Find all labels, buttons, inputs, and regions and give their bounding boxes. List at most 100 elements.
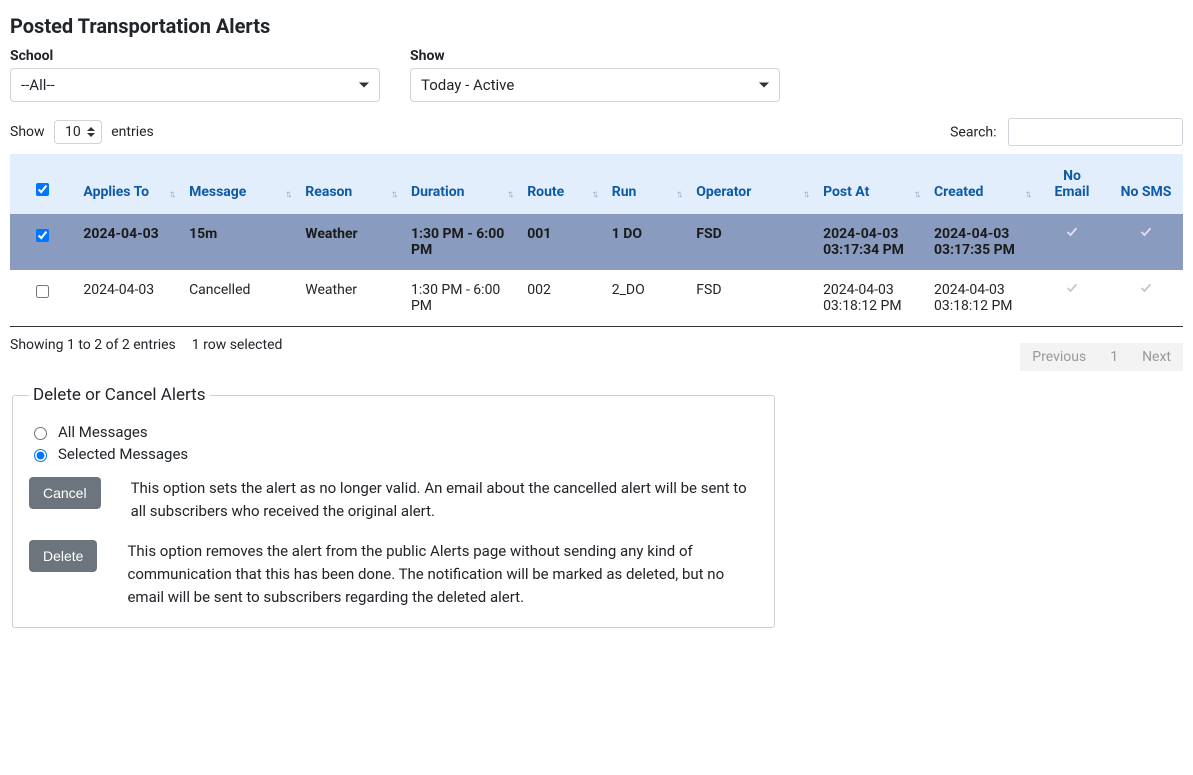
sort-icon: ↑↓ [914,189,918,200]
col-post-at[interactable]: Post At ↑↓ [813,154,924,214]
checkmark-icon [1066,226,1078,238]
col-created-label: Created [934,184,983,200]
school-select-value: --All-- [21,76,55,94]
checkmark-icon [1140,282,1152,294]
page-length-select[interactable]: 10 [54,120,102,144]
cell-run: 1 DO [602,214,687,270]
delete-description: This option removes the alert from the p… [127,540,758,610]
cell-route: 002 [517,270,602,327]
pagination: Previous 1 Next [1020,343,1183,371]
col-route-label: Route [527,184,564,200]
school-select[interactable]: --All-- [10,68,380,102]
filters-row: School --All-- Show Today - Active [10,48,1183,102]
col-route[interactable]: Route ↑↓ [517,154,602,214]
cancel-description: This option sets the alert as no longer … [131,477,758,524]
delete-button[interactable]: Delete [29,540,97,572]
show-text: Show [10,124,45,140]
sort-icon: ↑↓ [592,189,596,200]
sort-icon: ↑↓ [1025,189,1029,200]
show-select[interactable]: Today - Active [410,68,780,102]
cell-no-sms [1109,270,1183,327]
search-input[interactable] [1008,118,1183,146]
sort-icon: ↑↓ [169,189,173,200]
caret-down-icon [759,83,769,88]
cell-run: 2_DO [602,270,687,327]
caret-down-icon [359,83,369,88]
entries-info: Showing 1 to 2 of 2 entries [10,337,176,353]
alerts-table: Applies To ↑↓ Message ↑↓ Reason ↑↓ Durat… [10,154,1183,327]
table-controls: Show 10 entries Search: [10,118,1183,146]
col-reason[interactable]: Reason ↑↓ [295,154,401,214]
col-no-email-label: No Email [1055,168,1090,200]
col-select-all [10,154,73,214]
sort-icon: ↑↓ [507,189,511,200]
col-applies-to[interactable]: Applies To ↑↓ [73,154,179,214]
cancel-button[interactable]: Cancel [29,477,101,509]
cell-reason: Weather [295,270,401,327]
cell-applies-to: 2024-04-03 [73,270,179,327]
cell-duration: 1:30 PM - 6:00 PM [401,214,517,270]
col-message[interactable]: Message ↑↓ [179,154,295,214]
page-length-control: Show 10 entries [10,120,154,144]
cell-message: 15m [179,214,295,270]
col-operator-label: Operator [696,184,751,200]
delete-cancel-legend: Delete or Cancel Alerts [29,385,210,405]
previous-button[interactable]: Previous [1020,343,1098,371]
col-duration[interactable]: Duration ↑↓ [401,154,517,214]
radio-all-label: All Messages [58,423,148,441]
cell-operator: FSD [686,270,813,327]
col-run-label: Run [612,184,637,200]
entries-text: entries [111,124,154,140]
cell-post-at: 2024-04-03 03:18:12 PM [813,270,924,327]
cell-no-sms [1109,214,1183,270]
sort-caret-icon [87,127,95,137]
col-post-at-label: Post At [823,184,869,200]
search-control: Search: [950,118,1183,146]
radio-selected-messages[interactable] [34,449,47,462]
table-footer: Showing 1 to 2 of 2 entries 1 row select… [10,337,1183,371]
sort-icon: ↑↓ [803,189,807,200]
table-row[interactable]: 2024-04-03CancelledWeather1:30 PM - 6:00… [10,270,1183,327]
selection-info: 1 row selected [192,337,283,353]
table-row[interactable]: 2024-04-0315mWeather1:30 PM - 6:00 PM001… [10,214,1183,270]
page-length-value: 10 [65,124,81,140]
school-label: School [10,48,380,64]
col-created[interactable]: Created ↑↓ [924,154,1035,214]
cell-message: Cancelled [179,270,295,327]
cell-post-at: 2024-04-03 03:17:34 PM [813,214,924,270]
cell-created: 2024-04-03 03:17:35 PM [924,214,1035,270]
row-select-checkbox[interactable] [36,229,49,242]
col-no-sms-label: No SMS [1121,184,1172,200]
col-message-label: Message [189,184,246,200]
page-1-button[interactable]: 1 [1098,343,1130,371]
cell-reason: Weather [295,214,401,270]
radio-selected-label: Selected Messages [58,445,188,463]
cell-route: 001 [517,214,602,270]
col-duration-label: Duration [411,184,465,200]
cell-operator: FSD [686,214,813,270]
row-select-checkbox[interactable] [36,285,49,298]
cell-applies-to: 2024-04-03 [73,214,179,270]
checkmark-icon [1140,226,1152,238]
col-run[interactable]: Run ↑↓ [602,154,687,214]
cell-no-email [1035,270,1109,327]
filter-show: Show Today - Active [410,48,780,102]
page-title: Posted Transportation Alerts [10,14,1183,38]
col-no-email: No Email [1035,154,1109,214]
search-label: Search: [950,125,996,141]
checkmark-icon [1066,282,1078,294]
filter-school: School --All-- [10,48,380,102]
select-all-checkbox[interactable] [36,183,49,196]
cell-duration: 1:30 PM - 6:00 PM [401,270,517,327]
sort-icon: ↑↓ [285,189,289,200]
col-reason-label: Reason [305,184,352,200]
next-button[interactable]: Next [1130,343,1183,371]
cell-no-email [1035,214,1109,270]
radio-all-messages[interactable] [34,427,47,440]
delete-cancel-panel: Delete or Cancel Alerts All Messages Sel… [12,385,775,628]
col-operator[interactable]: Operator ↑↓ [686,154,813,214]
cell-created: 2024-04-03 03:18:12 PM [924,270,1035,327]
col-no-sms: No SMS [1109,154,1183,214]
show-label: Show [410,48,780,64]
show-select-value: Today - Active [421,76,514,94]
